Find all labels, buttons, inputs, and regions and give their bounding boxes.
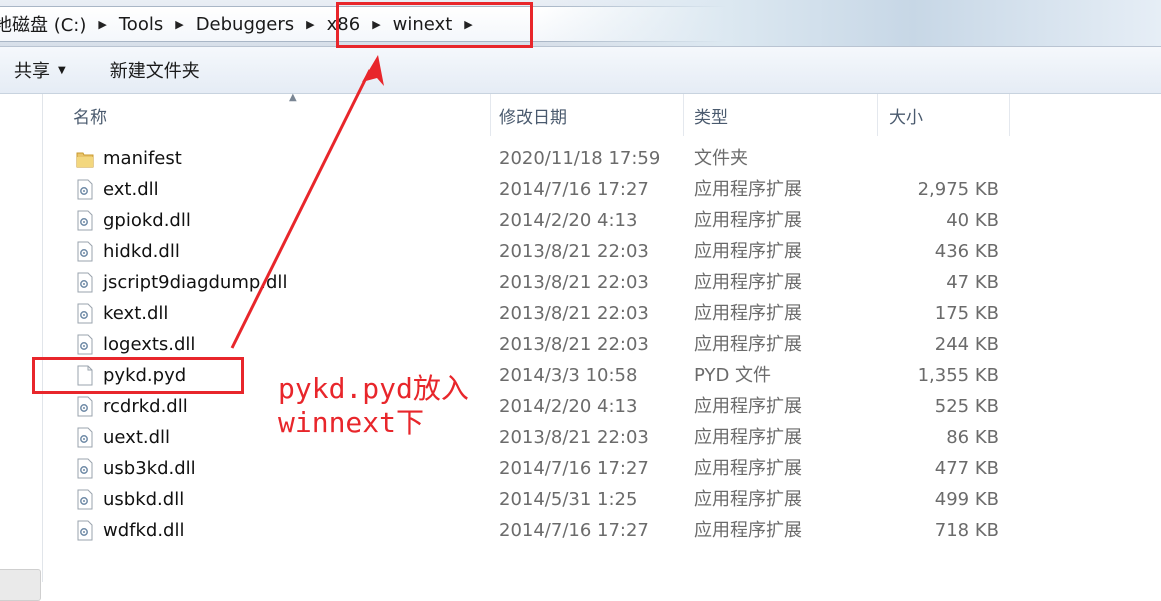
annotation-arrow — [230, 55, 384, 349]
annotation-text: pykd.pyd放入 winnext下 — [278, 372, 469, 440]
arrow-shaft — [230, 69, 372, 349]
annotation-line-1: pykd.pyd放入 — [278, 372, 469, 405]
annotation-line-2: winnext下 — [278, 406, 425, 439]
